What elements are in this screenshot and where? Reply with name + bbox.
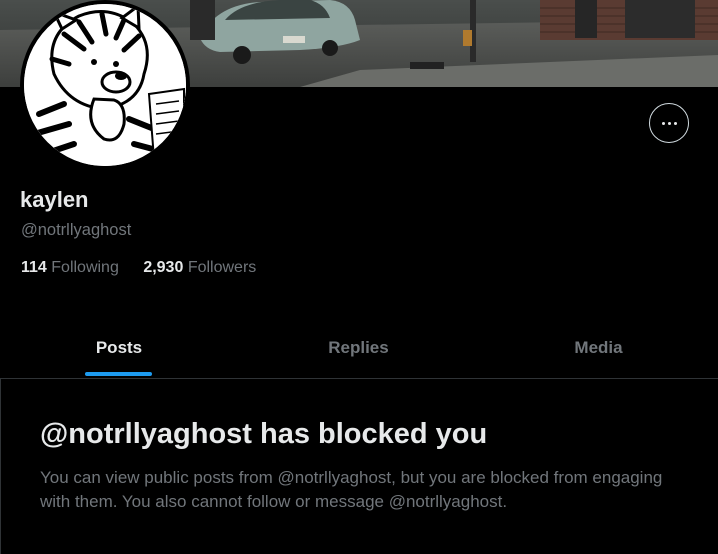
followers-count: 2,930 — [143, 259, 184, 276]
profile-handle: @notrllyaghost — [21, 221, 132, 239]
more-options-button[interactable] — [649, 103, 689, 143]
profile-name: kaylen — [20, 187, 89, 212]
followers-link[interactable]: 2,930 Followers — [143, 259, 256, 276]
following-link[interactable]: 114 Following — [21, 259, 123, 276]
avatar-image — [24, 4, 186, 166]
tab-media[interactable]: Media — [479, 318, 718, 378]
tabs-divider — [0, 378, 718, 379]
more-horizontal-icon — [660, 121, 678, 125]
follow-stats: 114 Following 2,930 Followers — [21, 259, 256, 277]
tab-posts[interactable]: Posts — [0, 318, 238, 378]
following-count: 114 — [21, 259, 47, 276]
column-border — [0, 378, 1, 554]
following-label: Following — [51, 259, 119, 276]
followers-label: Followers — [187, 259, 257, 276]
active-tab-indicator — [85, 372, 152, 376]
blocked-message: You can view public posts from @notrllya… — [40, 468, 663, 511]
blocked-title: @notrllyaghost has blocked you — [40, 418, 488, 450]
tab-replies[interactable]: Replies — [238, 318, 479, 378]
profile-avatar[interactable] — [20, 0, 190, 170]
profile-tabs: Posts Replies Media — [0, 318, 718, 378]
